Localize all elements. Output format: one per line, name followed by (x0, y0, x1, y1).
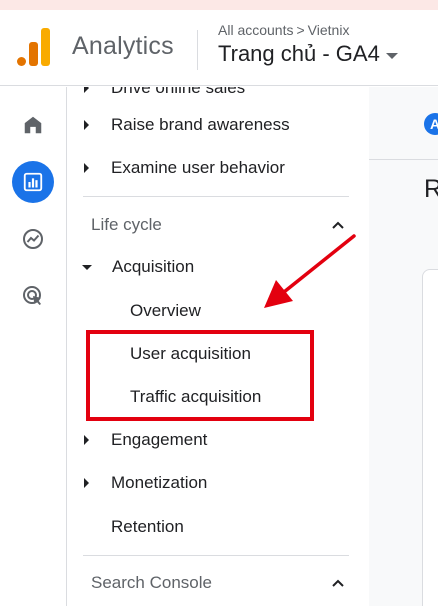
nav-item-drive-online-sales[interactable]: Drive online sales (68, 87, 245, 106)
breadcrumb[interactable]: All accounts > Vietnix (218, 22, 349, 38)
property-selector[interactable]: Trang chủ - GA4 (218, 41, 398, 67)
top-strip (0, 0, 438, 10)
nav-item-label: Raise brand awareness (111, 115, 290, 134)
app-header: Analytics All accounts > Vietnix Trang c… (0, 10, 438, 86)
nav-divider (83, 196, 349, 197)
breadcrumb-property-parent[interactable]: Vietnix (308, 22, 350, 38)
nav-item-label: Drive online sales (111, 87, 246, 97)
rail-home-button[interactable] (12, 104, 54, 146)
nav-item-label: Monetization (111, 473, 208, 492)
app-title: Analytics (72, 32, 174, 60)
header-divider (197, 30, 198, 70)
life-cycle-header[interactable]: Life cycle (91, 207, 162, 243)
caret-right-icon (84, 163, 89, 173)
rail-advertising-button[interactable] (12, 275, 54, 317)
nav-item-overview[interactable]: Overview (130, 293, 201, 329)
search-console-header[interactable]: Search Console (91, 565, 212, 601)
report-title: R (424, 175, 438, 203)
nav-item-engagement[interactable]: Engagement (68, 422, 207, 458)
explore-icon (23, 229, 43, 249)
breadcrumb-account[interactable]: All accounts (218, 22, 293, 38)
reports-icon (23, 172, 43, 192)
caret-right-icon (84, 120, 89, 130)
property-name[interactable]: Trang chủ - GA4 (218, 41, 380, 67)
nav-item-label: Overview (130, 301, 201, 320)
analytics-page: Analytics All accounts > Vietnix Trang c… (0, 0, 438, 606)
nav-item-examine-user-behavior[interactable]: Examine user behavior (68, 150, 285, 186)
nav-divider (83, 555, 349, 556)
breadcrumb-separator-icon: > (296, 22, 305, 38)
caret-right-icon (84, 478, 89, 488)
chevron-up-icon[interactable] (331, 576, 345, 590)
caret-right-icon (84, 435, 89, 445)
home-icon (24, 116, 42, 134)
nav-item-label: Retention (111, 517, 184, 536)
nav-item-label: Examine user behavior (111, 158, 285, 177)
caret-down-icon (82, 264, 92, 270)
nav-item-monetization[interactable]: Monetization (68, 465, 207, 501)
nav-item-raise-brand-awareness[interactable]: Raise brand awareness (68, 107, 290, 143)
left-rail (0, 87, 67, 606)
nav-item-label: Acquisition (112, 257, 195, 276)
caret-down-icon[interactable] (385, 53, 398, 59)
rail-reports-button[interactable] (12, 161, 54, 203)
rail-explore-button[interactable] (12, 218, 54, 260)
report-chip[interactable]: A (424, 113, 438, 135)
main-content: A R (369, 87, 438, 606)
nav-item-label: Engagement (111, 430, 208, 449)
analytics-logo-icon[interactable] (17, 28, 51, 66)
annotation-highlight-box (86, 330, 314, 421)
annotation-arrow-icon (264, 234, 356, 308)
report-card (422, 269, 438, 606)
nav-item-acquisition[interactable]: Acquisition (68, 249, 194, 285)
advertising-icon (23, 286, 41, 305)
main-header-divider (369, 159, 438, 160)
caret-right-icon (84, 87, 89, 93)
nav-item-retention[interactable]: Retention (68, 509, 184, 545)
